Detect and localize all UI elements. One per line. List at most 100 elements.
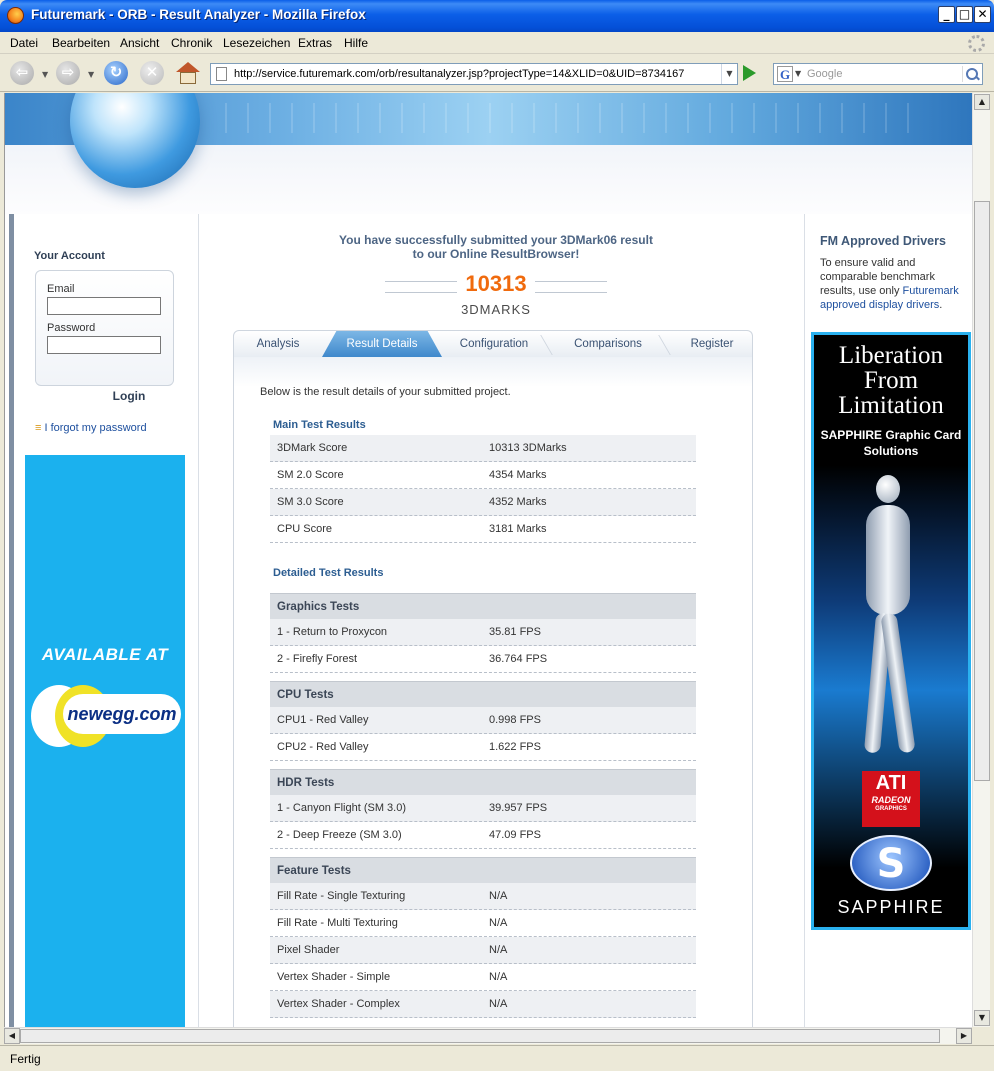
sapphire-ad[interactable]: Liberation From Limitation SAPPHIRE Grap… [811, 332, 971, 930]
table-row: 3DMark Score 10313 3DMarks [270, 435, 696, 462]
window-title: Futuremark - ORB - Result Analyzer - Moz… [31, 7, 366, 22]
account-title: Your Account [34, 250, 105, 262]
scroll-right-icon[interactable]: ▶ [956, 1028, 972, 1044]
menu-datei[interactable]: Datei [10, 36, 38, 50]
menu-extras[interactable]: Extras [298, 36, 332, 50]
fm-approved-drivers-text: To ensure valid and comparable benchmark… [820, 256, 970, 312]
test-name: Fill Rate - Single Texturing [277, 890, 406, 902]
table-row: 2 - Deep Freeze (SM 3.0) 47.09 FPS [270, 822, 696, 849]
email-label: Email [47, 283, 75, 295]
forgot-password-link[interactable]: ≡ I forgot my password [35, 422, 147, 434]
sapphire-logo-icon: S [850, 835, 932, 891]
result-tabs: Analysis Result Details Configuration Co… [233, 330, 753, 357]
radeon-logo-text: RADEON [871, 795, 911, 805]
table-row: Fill Rate - Multi Texturing N/A [270, 910, 696, 937]
score-display: 10313 3DMARKS [383, 271, 609, 323]
right-column-divider [804, 214, 805, 1027]
search-placeholder[interactable]: Google [807, 68, 842, 80]
search-box[interactable]: G ▼ Google [773, 63, 983, 85]
menu-bearbeiten[interactable]: Bearbeiten [52, 36, 110, 50]
table-row: CPU1 - Red Valley 0.998 FPS [270, 707, 696, 734]
home-icon[interactable] [176, 62, 200, 84]
table-row: Fill Rate - Single Texturing N/A [270, 883, 696, 910]
google-icon[interactable]: G [777, 66, 793, 82]
search-icon[interactable] [962, 66, 979, 82]
forward-history-icon[interactable]: ▼ [88, 70, 94, 79]
url-text[interactable]: http://service.futuremark.com/orb/result… [234, 68, 684, 80]
url-dropdown-icon[interactable]: ▼ [721, 64, 737, 84]
tab-result-details[interactable]: Result Details [322, 331, 442, 357]
search-engine-dropdown-icon[interactable]: ▼ [795, 69, 801, 78]
details-intro: Below is the result details of your subm… [260, 386, 511, 398]
maximize-button[interactable]: □ [956, 6, 973, 23]
forward-icon[interactable]: ⇨ [56, 61, 80, 85]
test-value: N/A [489, 890, 508, 902]
horizontal-scroll-thumb[interactable] [20, 1029, 940, 1043]
forgot-password-text[interactable]: I forgot my password [44, 422, 146, 434]
tab-register[interactable]: Register [670, 331, 754, 357]
test-value: 1.622 FPS [489, 741, 541, 753]
left-column-divider [198, 214, 199, 1027]
menu-lesezeichen[interactable]: Lesezeichen [223, 36, 290, 50]
newegg-ad-tagline: AVAILABLE AT [41, 645, 169, 664]
test-value: 39.957 FPS [489, 802, 548, 814]
detailed-results-title: Detailed Test Results [273, 567, 384, 579]
menu-hilfe[interactable]: Hilfe [344, 36, 368, 50]
table-row: 1 - Return to Proxycon 35.81 FPS [270, 619, 696, 646]
bullet-icon: ≡ [35, 422, 42, 434]
close-button[interactable]: ✕ [974, 6, 991, 23]
vertical-scroll-thumb[interactable] [974, 201, 990, 781]
sapphire-brand-name: SAPPHIRE [837, 897, 945, 917]
test-name: 1 - Return to Proxycon [277, 626, 388, 638]
test-name: Vertex Shader - Complex [277, 998, 400, 1010]
graphics-logo-text: GRAPHICS [875, 806, 907, 812]
test-name: 1 - Canyon Flight (SM 3.0) [277, 802, 406, 814]
page-banner [5, 93, 972, 214]
test-value: N/A [489, 944, 508, 956]
score-unit: 3DMARKS [461, 302, 531, 317]
test-value: 0.998 FPS [489, 714, 541, 726]
password-field[interactable] [47, 336, 161, 354]
login-form: Email Password [35, 270, 174, 386]
group-header-graphics: Graphics Tests [270, 593, 696, 619]
test-value: N/A [489, 917, 508, 929]
reload-icon[interactable]: ↻ [104, 61, 128, 85]
title-bar: Futuremark - ORB - Result Analyzer - Moz… [0, 0, 994, 32]
sapphire-ad-subline: SAPPHIRE Graphic Card Solutions [820, 428, 962, 458]
menu-bar: Datei Bearbeiten Ansicht Chronik Lesezei… [0, 32, 994, 54]
horizontal-scrollbar[interactable]: ◀ ▶ [4, 1027, 972, 1044]
fm-approved-drivers-title: FM Approved Drivers [820, 234, 946, 248]
menu-ansicht[interactable]: Ansicht [120, 36, 159, 50]
menu-chronik[interactable]: Chronik [171, 36, 212, 50]
page-icon [216, 67, 227, 81]
tab-comparisons[interactable]: Comparisons [552, 331, 664, 357]
minimize-button[interactable]: _ [938, 6, 955, 23]
tab-configuration[interactable]: Configuration [442, 331, 546, 357]
scroll-left-icon[interactable]: ◀ [4, 1028, 20, 1044]
table-row: 1 - Canyon Flight (SM 3.0) 39.957 FPS [270, 795, 696, 822]
back-icon[interactable]: ⇦ [10, 61, 34, 85]
test-name: CPU2 - Red Valley [277, 741, 369, 753]
status-bar: Fertig [0, 1045, 994, 1071]
email-field[interactable] [47, 297, 161, 315]
test-name: SM 3.0 Score [277, 496, 344, 508]
scroll-up-icon[interactable]: ▲ [974, 94, 990, 110]
test-value: 35.81 FPS [489, 626, 541, 638]
left-edge-bar [9, 214, 14, 1027]
firefox-icon [7, 7, 24, 24]
address-bar[interactable]: http://service.futuremark.com/orb/result… [210, 63, 738, 85]
newegg-ad[interactable]: AVAILABLE AT newegg.com [25, 455, 185, 1027]
login-button[interactable]: Login [85, 385, 173, 407]
detailed-results-table: Graphics Tests 1 - Return to Proxycon 35.… [270, 593, 696, 1018]
tab-analysis[interactable]: Analysis [234, 331, 322, 357]
back-history-icon[interactable]: ▼ [42, 70, 48, 79]
stop-icon[interactable]: ✕ [140, 61, 164, 85]
go-icon[interactable] [743, 65, 756, 81]
group-header-hdr: HDR Tests [270, 769, 696, 795]
orb-globe-logo [70, 93, 200, 188]
table-row: Vertex Shader - Complex N/A [270, 991, 696, 1018]
test-value: 4352 Marks [489, 496, 547, 508]
scroll-down-icon[interactable]: ▼ [974, 1010, 990, 1026]
test-name: 2 - Firefly Forest [277, 653, 358, 665]
vertical-scrollbar[interactable]: ▲ ▼ [972, 93, 990, 1027]
